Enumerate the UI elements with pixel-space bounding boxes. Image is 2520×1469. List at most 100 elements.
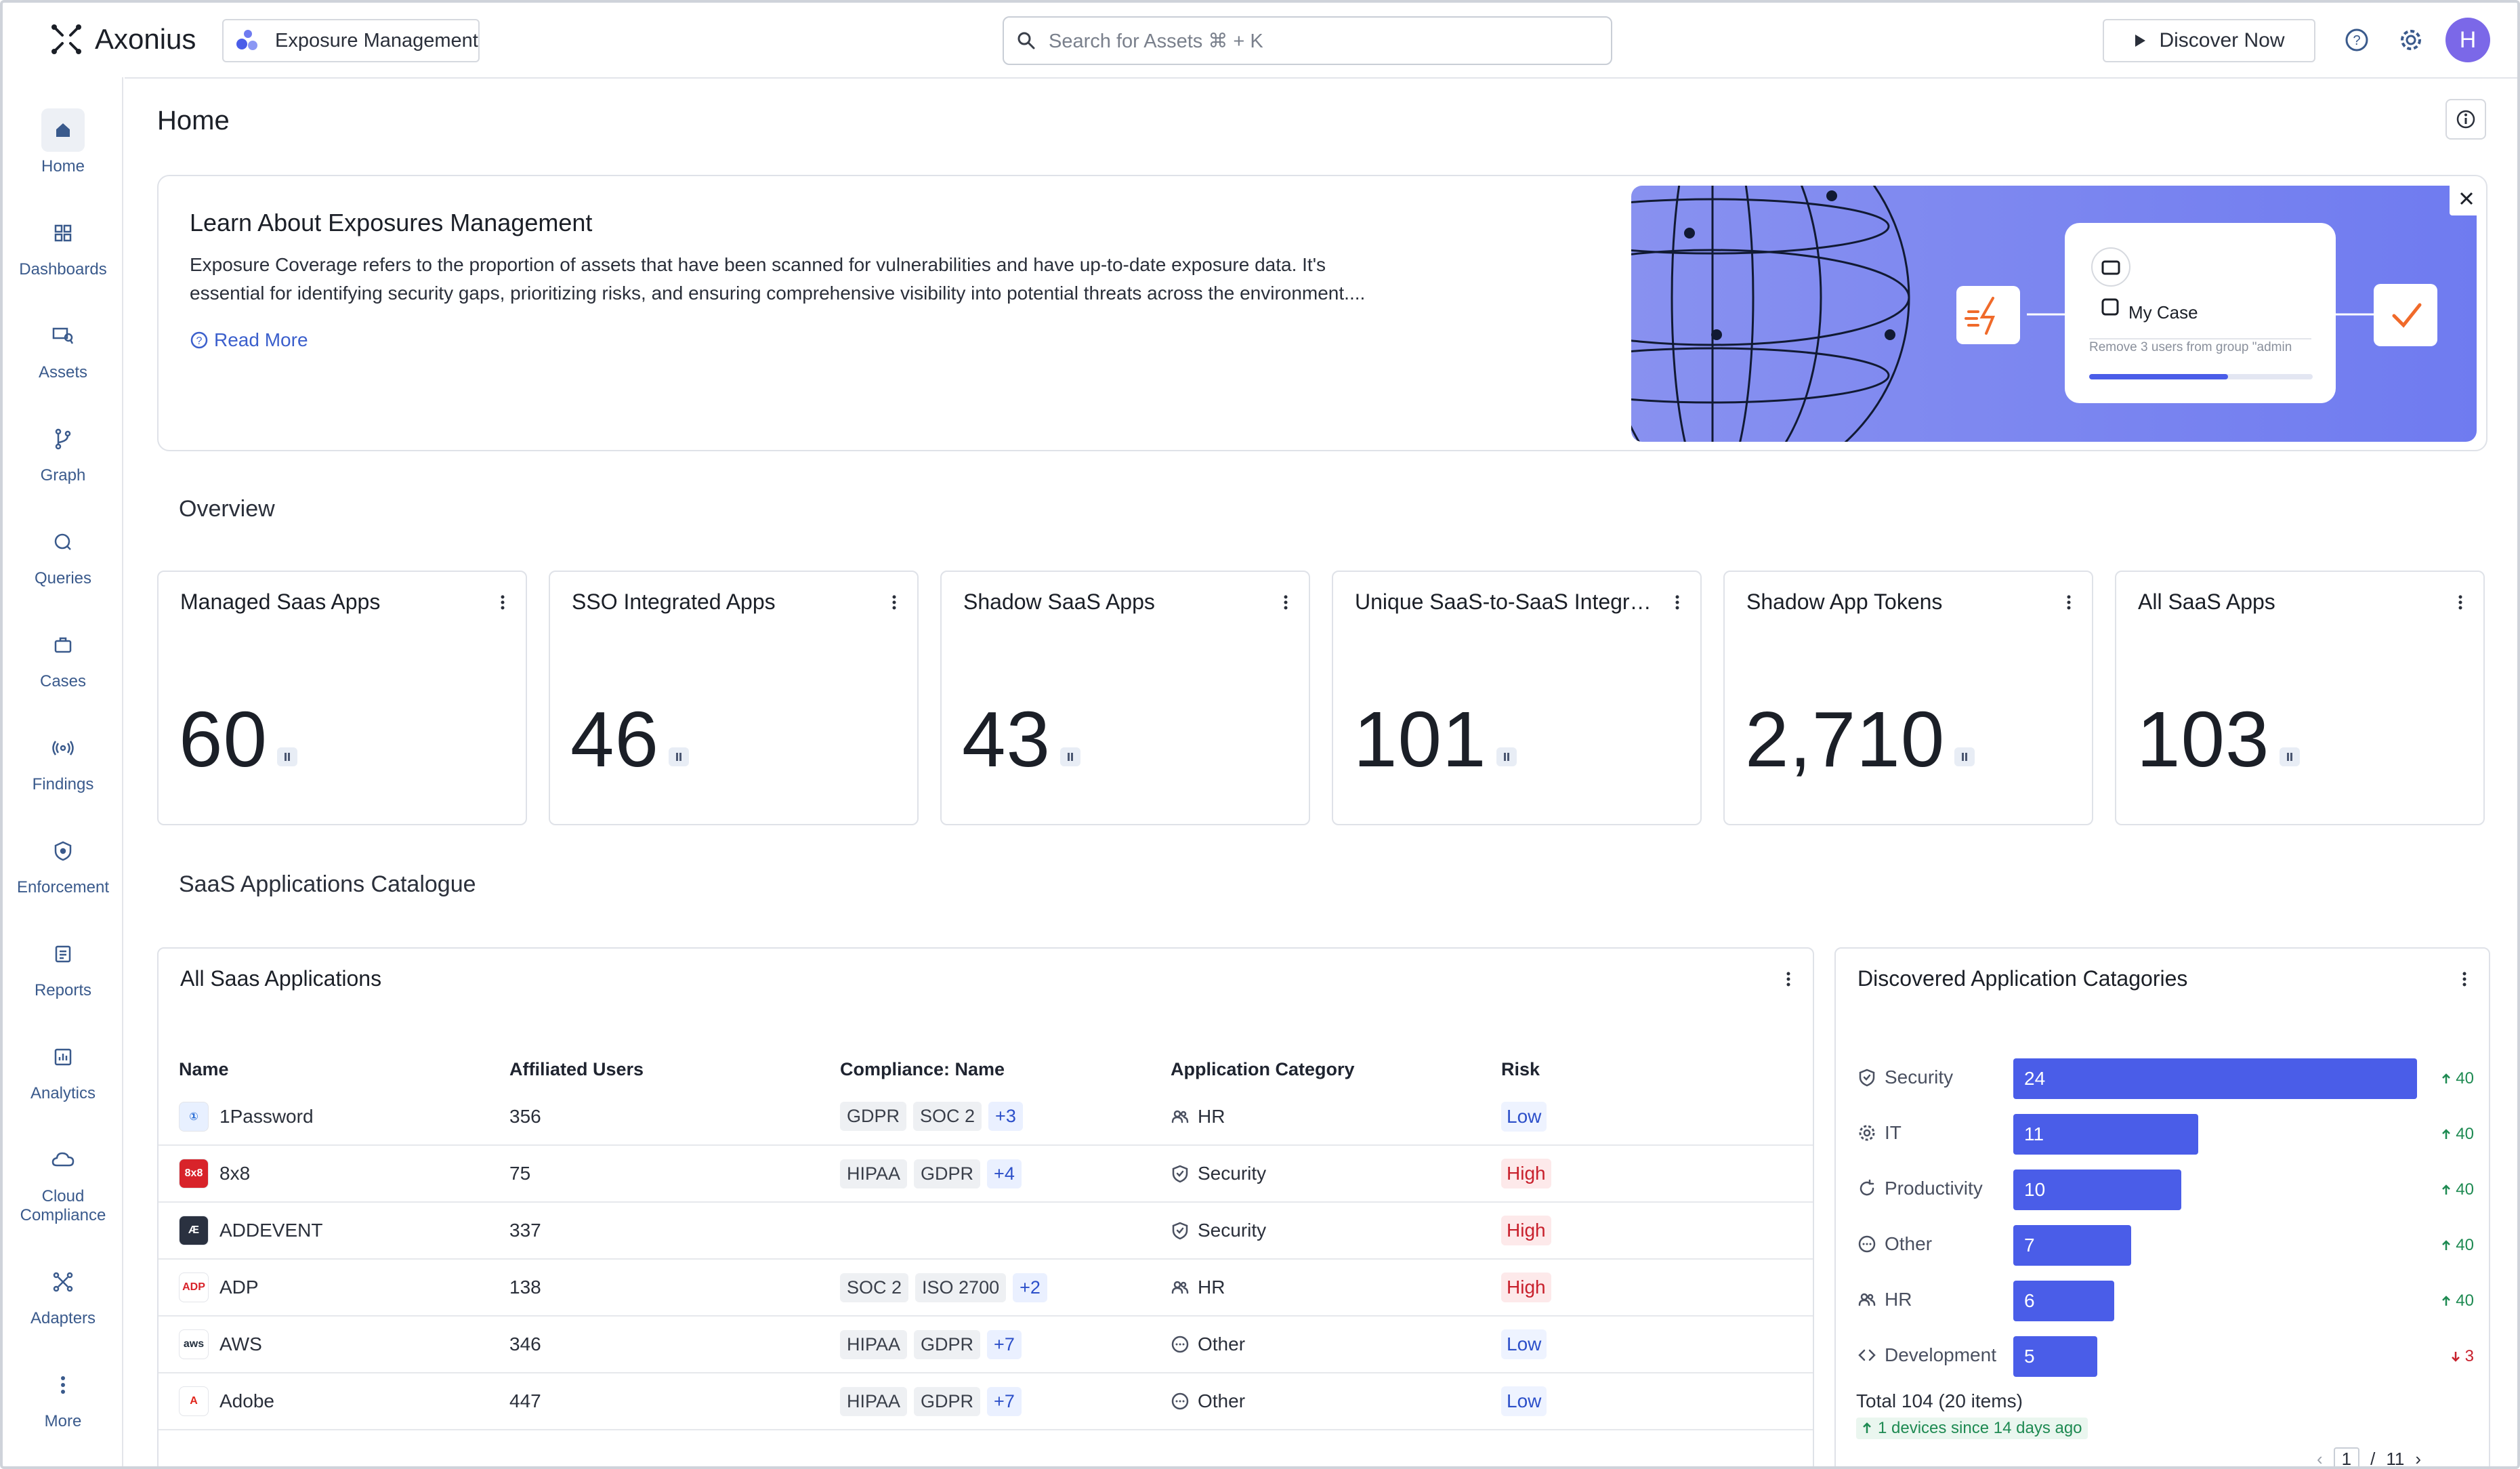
compliance-more-badge[interactable]: +4 — [987, 1159, 1022, 1188]
kebab-menu-icon[interactable] — [496, 592, 509, 613]
sidebar-item-findings[interactable]: Findings — [3, 726, 123, 794]
pause-icon[interactable] — [1954, 747, 1975, 766]
pause-icon[interactable] — [1496, 747, 1517, 766]
stat-card-shadow-app-tokens[interactable]: Shadow App Tokens 2,710 — [1723, 571, 2093, 825]
sidebar-item-cloud-compliance[interactable]: Cloud Compliance — [3, 1138, 123, 1225]
kebab-menu-icon[interactable] — [2062, 592, 2076, 613]
table-row[interactable]: 8x8 8x8 75 HIPAA GDPR +4 Security High — [159, 1145, 1813, 1203]
stat-card-managed-saas-apps[interactable]: Managed Saas Apps 60 — [157, 571, 527, 825]
sidebar-item-graph[interactable]: Graph — [3, 417, 123, 485]
kebab-menu-icon[interactable] — [2458, 969, 2471, 989]
user-avatar[interactable]: H — [2445, 18, 2490, 62]
sidebar-item-more[interactable]: More — [3, 1363, 123, 1431]
cell-affiliated-users: 356 — [489, 1088, 820, 1146]
app-name[interactable]: 1Password — [219, 1106, 314, 1127]
category-bar[interactable]: 10 — [2013, 1170, 2181, 1210]
category-bar[interactable]: 24 — [2013, 1058, 2417, 1099]
category-bar-row[interactable]: Development 5 3 — [1836, 1336, 2489, 1377]
column-header-name[interactable]: Name — [159, 1050, 489, 1088]
table-row[interactable]: ADP ADP 138 SOC 2 ISO 2700 +2 HR High — [159, 1259, 1813, 1317]
compliance-more-badge[interactable]: +7 — [987, 1386, 1022, 1416]
app-name[interactable]: Adobe — [219, 1390, 274, 1412]
cell-compliance — [820, 1202, 1150, 1260]
category-bar[interactable]: 5 — [2013, 1336, 2097, 1377]
stat-card-shadow-saas-apps[interactable]: Shadow SaaS Apps 43 — [940, 571, 1310, 825]
sidebar-item-enforcement[interactable]: Enforcement — [3, 829, 123, 897]
stat-card-all-saas-apps[interactable]: All SaaS Apps 103 — [2115, 571, 2485, 825]
app-name[interactable]: 8x8 — [219, 1163, 250, 1184]
kebab-menu-icon[interactable] — [1671, 592, 1684, 613]
sidebar-item-reports[interactable]: Reports — [3, 932, 123, 1000]
category-delta-value: 40 — [2456, 1125, 2474, 1143]
search-input[interactable]: Search for Assets ⌘ + K — [1003, 16, 1612, 65]
top-bar: Axonius Exposure Management Search for A… — [3, 3, 2517, 77]
help-icon[interactable]: ? — [2340, 23, 2374, 57]
stat-card-saas-to-saas-integrations[interactable]: Unique SaaS-to-SaaS Integrati... 101 — [1332, 571, 1702, 825]
kebab-menu-icon[interactable] — [1782, 969, 1795, 989]
sidebar-item-analytics[interactable]: Analytics — [3, 1035, 123, 1103]
category-bar-row[interactable]: HR 6 40 — [1836, 1281, 2489, 1321]
sidebar-item-queries[interactable]: Queries — [3, 520, 123, 588]
compliance-more-badge[interactable]: +2 — [1013, 1273, 1047, 1302]
category-bar[interactable]: 7 — [2013, 1225, 2131, 1266]
app-logo-icon: 8x8 — [179, 1159, 209, 1188]
stat-card-value-wrap: 46 — [570, 694, 690, 785]
category-bar[interactable]: 6 — [2013, 1281, 2114, 1321]
stat-card-sso-integrated-apps[interactable]: SSO Integrated Apps 46 — [549, 571, 919, 825]
app-name[interactable]: AWS — [219, 1333, 262, 1355]
pause-icon[interactable] — [669, 747, 690, 766]
product-switcher[interactable]: Exposure Management — [222, 19, 480, 62]
column-header-compliance[interactable]: Compliance: Name — [820, 1050, 1150, 1088]
compliance-tag: GDPR — [914, 1329, 981, 1359]
app-name[interactable]: ADDEVENT — [219, 1220, 322, 1241]
compliance-more-badge[interactable]: +3 — [988, 1102, 1023, 1131]
category-bar-row[interactable]: IT 11 40 — [1836, 1114, 2489, 1155]
discover-now-button[interactable]: Discover Now — [2103, 19, 2315, 62]
pause-icon[interactable] — [1060, 747, 1081, 766]
category-label: HR — [1198, 1277, 1225, 1298]
cell-compliance: HIPAA GDPR +7 — [820, 1316, 1150, 1373]
table-row[interactable]: A Adobe 447 HIPAA GDPR +7 Other Low — [159, 1373, 1813, 1430]
chevron-right-icon[interactable]: › — [2415, 1449, 2421, 1466]
compliance-tag: GDPR — [914, 1159, 981, 1188]
search-icon — [1017, 32, 1035, 49]
info-icon[interactable] — [2445, 99, 2486, 140]
close-banner-icon[interactable] — [2450, 182, 2483, 215]
kebab-menu-icon[interactable] — [887, 592, 901, 613]
kebab-menu-icon[interactable] — [1279, 592, 1293, 613]
table-row[interactable]: Æ ADDEVENT 337 Security High — [159, 1202, 1813, 1260]
sidebar-item-label: Queries — [34, 569, 92, 587]
category-bar-row[interactable]: Security 24 40 — [1836, 1058, 2489, 1099]
categories-total: Total 104 (20 items) — [1856, 1390, 2023, 1411]
compliance-tag: GDPR — [840, 1102, 907, 1131]
column-header-category[interactable]: Application Category — [1150, 1050, 1481, 1088]
category-delta-value: 40 — [2456, 1291, 2474, 1310]
table-row[interactable]: aws AWS 346 HIPAA GDPR +7 Other Low — [159, 1316, 1813, 1373]
sidebar-item-dashboards[interactable]: Dashboards — [3, 211, 123, 279]
category-bar-row[interactable]: Other 7 40 — [1836, 1225, 2489, 1266]
pause-icon[interactable] — [277, 747, 298, 766]
sidebar-item-assets[interactable]: Assets — [3, 314, 123, 382]
gear-icon — [1857, 1123, 1876, 1142]
sidebar-item-cases[interactable]: Cases — [3, 623, 123, 691]
brand-logo[interactable]: Axonius — [50, 23, 196, 56]
sidebar-item-adapters[interactable]: Adapters — [3, 1260, 123, 1328]
pause-icon[interactable] — [2279, 747, 2300, 766]
arrow-up-icon — [2441, 1239, 2452, 1251]
column-header-affiliated-users[interactable]: Affiliated Users — [489, 1050, 820, 1088]
compliance-more-badge[interactable]: +7 — [987, 1329, 1022, 1359]
arrow-up-icon — [2441, 1128, 2452, 1140]
column-header-risk[interactable]: Risk — [1481, 1050, 1813, 1088]
settings-gear-icon[interactable] — [2394, 23, 2428, 57]
page-total: 11 — [2386, 1449, 2405, 1469]
read-more-link[interactable]: ? Read More — [190, 329, 308, 351]
sidebar-item-label: Home — [41, 157, 85, 175]
kebab-menu-icon[interactable] — [2454, 592, 2467, 613]
app-name[interactable]: ADP — [219, 1277, 259, 1298]
page-input[interactable]: 1 — [2333, 1447, 2360, 1466]
chevron-left-icon[interactable]: ‹ — [2317, 1449, 2323, 1466]
category-bar-row[interactable]: Productivity 10 40 — [1836, 1170, 2489, 1210]
category-bar[interactable]: 11 — [2013, 1114, 2198, 1155]
table-row[interactable]: ① 1Password 356 GDPR SOC 2 +3 HR Low — [159, 1088, 1813, 1146]
sidebar-item-home[interactable]: Home — [3, 108, 123, 176]
